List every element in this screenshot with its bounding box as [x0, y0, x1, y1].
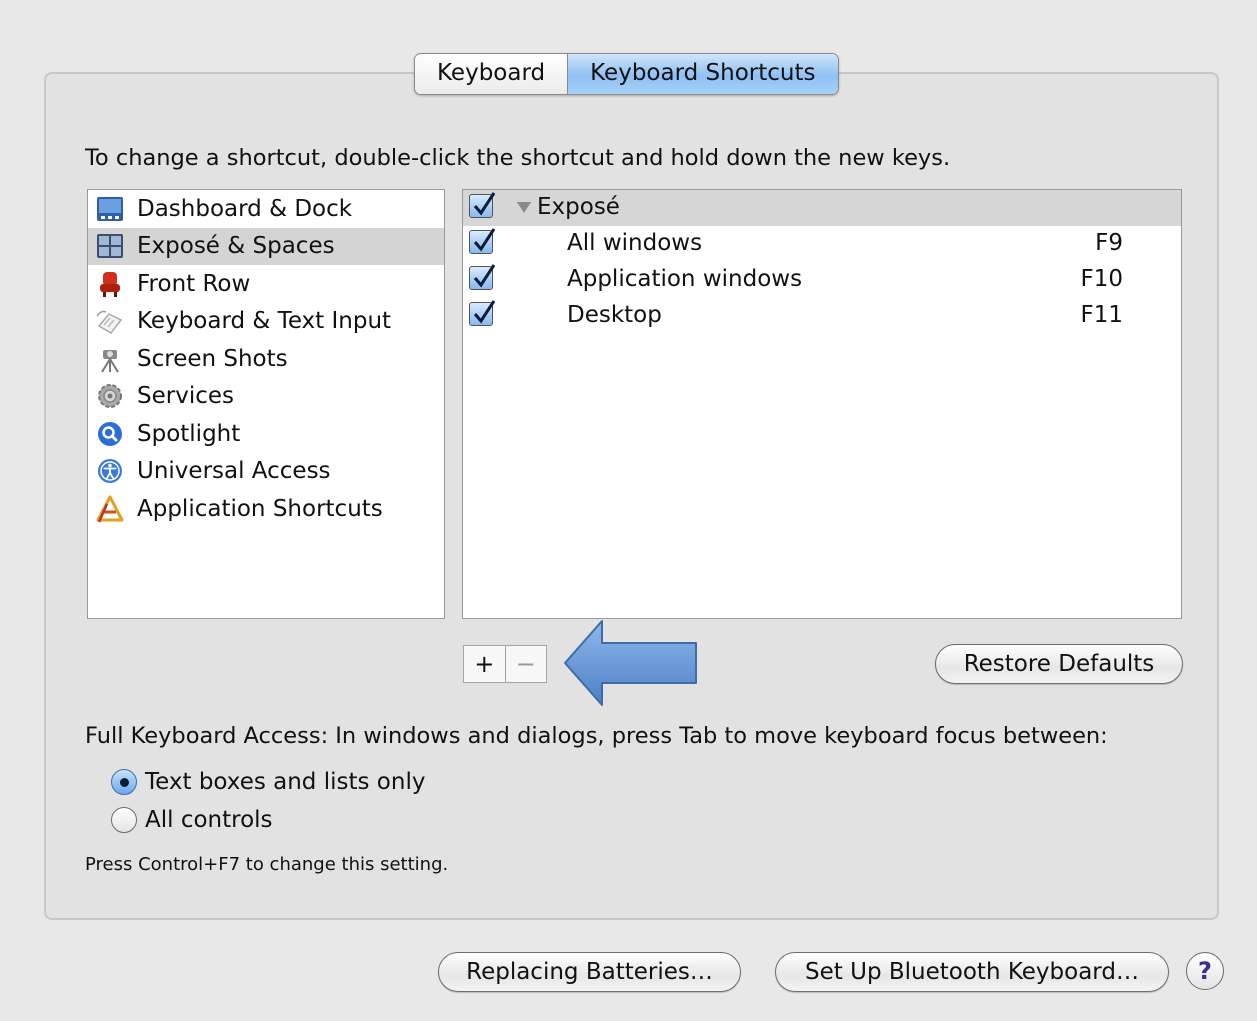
- shortcut-row[interactable]: Desktop F11: [463, 298, 1181, 334]
- instruction-text: To change a shortcut, double-click the s…: [85, 145, 951, 171]
- services-icon: [94, 380, 126, 412]
- dashboard-dock-icon: [94, 193, 126, 225]
- category-item-application-shortcuts[interactable]: Application Shortcuts: [88, 490, 444, 528]
- screen-shots-icon: [94, 343, 126, 375]
- category-list[interactable]: Dashboard & Dock Exposé & Spaces Front R…: [87, 189, 445, 619]
- shortcut-key[interactable]: F9: [1095, 230, 1123, 256]
- universal-access-icon: [94, 455, 126, 487]
- category-label: Application Shortcuts: [137, 495, 383, 522]
- radio-label: Text boxes and lists only: [145, 769, 426, 795]
- keyboard-text-input-icon: [94, 305, 126, 337]
- checkbox-all-windows[interactable]: [469, 228, 496, 254]
- category-label: Dashboard & Dock: [137, 195, 353, 222]
- category-label: Universal Access: [137, 458, 331, 485]
- checkbox-expose-group[interactable]: [469, 192, 496, 218]
- annotation-arrow-icon: [564, 620, 697, 706]
- replacing-batteries-button[interactable]: Replacing Batteries…: [438, 952, 741, 992]
- shortcut-label: All windows: [567, 230, 703, 256]
- radio-label: All controls: [145, 807, 273, 833]
- radio-selected-icon[interactable]: [111, 769, 137, 795]
- expose-spaces-icon: [94, 230, 126, 262]
- category-item-front-row[interactable]: Front Row: [88, 265, 444, 303]
- application-shortcuts-icon: [94, 493, 126, 525]
- category-label: Exposé & Spaces: [137, 233, 335, 260]
- spotlight-icon: [94, 418, 126, 450]
- category-item-dashboard-dock[interactable]: Dashboard & Dock: [88, 190, 444, 228]
- category-label: Keyboard & Text Input: [137, 308, 392, 335]
- radio-unselected-icon[interactable]: [111, 807, 137, 833]
- category-label: Spotlight: [137, 420, 241, 447]
- shortcut-group-label: Exposé: [537, 194, 620, 220]
- checkbox-application-windows[interactable]: [469, 264, 496, 290]
- category-item-screen-shots[interactable]: Screen Shots: [88, 340, 444, 378]
- radio-all-controls[interactable]: All controls: [111, 807, 273, 833]
- restore-defaults-button[interactable]: Restore Defaults: [935, 644, 1183, 684]
- category-item-services[interactable]: Services: [88, 378, 444, 416]
- category-label: Screen Shots: [137, 345, 288, 372]
- front-row-icon: [94, 268, 126, 300]
- remove-shortcut-button[interactable]: −: [504, 646, 547, 682]
- category-label: Front Row: [137, 270, 251, 297]
- shortcut-group-expose[interactable]: Exposé: [463, 190, 1181, 226]
- control-f7-note: Press Control+F7 to change this setting.: [85, 854, 449, 875]
- category-item-expose-spaces[interactable]: Exposé & Spaces: [88, 227, 444, 265]
- category-item-universal-access[interactable]: Universal Access: [88, 453, 444, 491]
- category-item-spotlight[interactable]: Spotlight: [88, 415, 444, 453]
- help-button[interactable]: ?: [1186, 952, 1224, 990]
- shortcut-label: Application windows: [567, 266, 803, 292]
- setup-bluetooth-keyboard-button[interactable]: Set Up Bluetooth Keyboard…: [775, 952, 1169, 992]
- checkbox-desktop[interactable]: [469, 300, 496, 326]
- radio-text-boxes-lists[interactable]: Text boxes and lists only: [111, 769, 425, 795]
- shortcuts-list[interactable]: Exposé All windows F9 Application window…: [462, 189, 1182, 619]
- shortcut-row[interactable]: All windows F9: [463, 226, 1181, 262]
- category-item-keyboard-text-input[interactable]: Keyboard & Text Input: [88, 303, 444, 341]
- shortcut-row[interactable]: Application windows F10: [463, 262, 1181, 298]
- add-remove-buttons: + −: [463, 645, 547, 683]
- disclosure-triangle-icon[interactable]: [517, 202, 531, 213]
- tab-bar: Keyboard Keyboard Shortcuts: [414, 53, 839, 95]
- tab-keyboard-shortcuts[interactable]: Keyboard Shortcuts: [567, 54, 838, 94]
- shortcut-key[interactable]: F11: [1081, 302, 1124, 328]
- shortcut-key[interactable]: F10: [1081, 266, 1124, 292]
- tab-keyboard[interactable]: Keyboard: [415, 54, 568, 94]
- shortcut-label: Desktop: [567, 302, 662, 328]
- full-keyboard-access-label: Full Keyboard Access: In windows and dia…: [85, 723, 1108, 749]
- category-label: Services: [137, 383, 234, 410]
- add-shortcut-button[interactable]: +: [464, 646, 505, 682]
